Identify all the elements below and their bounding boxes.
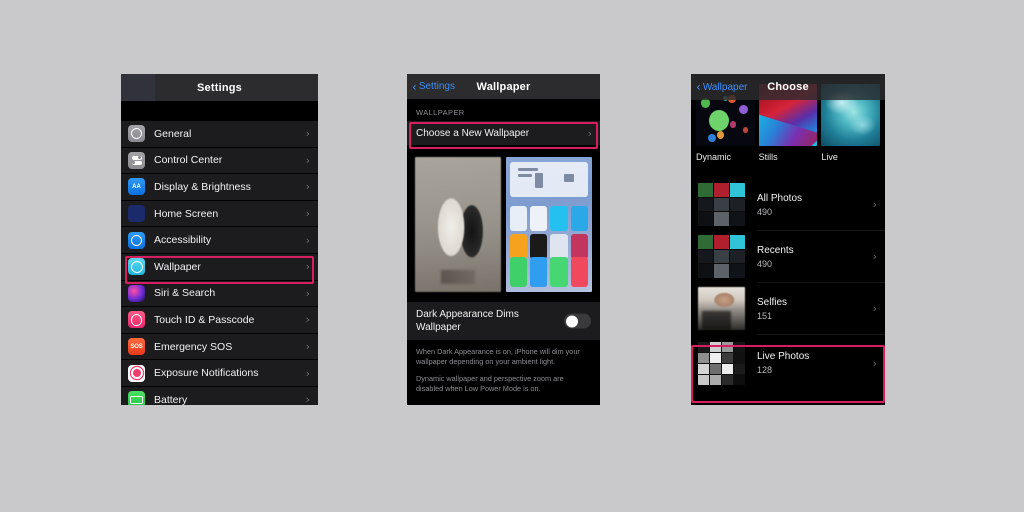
choose-nav-bar: ‹ Wallpaper Choose xyxy=(691,74,885,100)
touch-id-icon xyxy=(128,311,145,329)
album-thumbnail xyxy=(698,287,745,330)
chevron-right-icon: › xyxy=(305,233,310,247)
chevron-right-icon: › xyxy=(305,260,310,274)
nav-corner-tint xyxy=(121,74,155,101)
choose-nav-title: Choose xyxy=(767,81,809,93)
dark-appearance-toggle[interactable] xyxy=(564,313,591,329)
chevron-right-icon: › xyxy=(305,127,310,141)
display-brightness-icon: AA xyxy=(128,178,145,196)
battery-icon xyxy=(128,391,145,405)
chevron-right-icon: › xyxy=(872,250,877,263)
siri-icon xyxy=(128,284,145,302)
home-screen-preview[interactable] xyxy=(506,157,592,292)
wallpaper-footer-text: When Dark Appearance is on, iPhone will … xyxy=(407,340,600,394)
chevron-right-icon: › xyxy=(872,356,877,370)
album-title: Recents xyxy=(757,244,794,256)
toggle-knob xyxy=(565,315,578,327)
settings-nav-bar: Settings xyxy=(121,74,318,101)
album-row-recents[interactable]: Recents 490 › xyxy=(691,231,885,282)
choose-new-wallpaper-row[interactable]: Choose a New Wallpaper › xyxy=(407,121,600,145)
album-thumbnail xyxy=(698,183,745,226)
chevron-right-icon: › xyxy=(305,393,310,405)
screenshot-stage: Settings General › Control Center › AA D… xyxy=(0,0,1024,512)
wallpaper-nav-bar: ‹ Settings Wallpaper xyxy=(407,74,600,99)
chevron-right-icon: › xyxy=(305,180,310,194)
settings-row-general[interactable]: General › xyxy=(121,121,318,148)
settings-row-label: Accessibility xyxy=(154,234,212,247)
chevron-right-icon: › xyxy=(305,153,310,167)
album-title: Live Photos xyxy=(757,351,810,362)
home-screen-icon xyxy=(128,205,145,223)
sos-icon: SOS xyxy=(128,338,145,356)
choose-phone-panel: Dynamic Stills Live ‹ Wallpaper Choose A… xyxy=(691,74,885,405)
settings-row-label: Touch ID & Passcode xyxy=(154,313,255,326)
album-row-selfies[interactable]: Selfies 151 › xyxy=(691,283,885,334)
lock-screen-preview[interactable] xyxy=(415,157,501,292)
chevron-right-icon: › xyxy=(305,366,310,380)
settings-row-accessibility[interactable]: Accessibility › xyxy=(121,227,318,254)
settings-row-label: General xyxy=(154,127,192,140)
control-center-icon xyxy=(128,151,145,169)
settings-search-gap xyxy=(121,101,318,121)
settings-row-label: Wallpaper xyxy=(154,260,201,273)
preview-dock xyxy=(510,256,588,287)
album-thumbnail xyxy=(698,235,745,278)
chevron-right-icon: › xyxy=(305,286,310,300)
settings-row-label: Exposure Notifications xyxy=(154,367,259,380)
wallpaper-icon xyxy=(128,258,145,276)
settings-list: General › Control Center › AA Display & … xyxy=(121,121,318,405)
category-label: Stills xyxy=(758,152,778,162)
settings-row-emergency-sos[interactable]: SOS Emergency SOS › xyxy=(121,334,318,361)
accessibility-icon xyxy=(128,231,145,249)
chevron-right-icon: › xyxy=(872,302,877,315)
album-count: 151 xyxy=(757,310,773,321)
settings-row-label: Control Center xyxy=(154,154,223,167)
settings-row-control-center[interactable]: Control Center › xyxy=(121,148,318,175)
settings-row-touch-id-passcode[interactable]: Touch ID & Passcode › xyxy=(121,307,318,334)
settings-row-battery[interactable]: Battery › xyxy=(121,387,318,405)
exposure-notifications-icon xyxy=(128,364,145,382)
category-label: Dynamic xyxy=(696,152,732,162)
album-row-live-photos[interactable]: Live Photos 128 › xyxy=(691,335,885,391)
chevron-right-icon: › xyxy=(872,198,877,211)
album-title: Selfies xyxy=(757,296,788,308)
album-row-all-photos[interactable]: All Photos 490 › xyxy=(691,179,885,230)
settings-row-siri-search[interactable]: Siri & Search › xyxy=(121,281,318,308)
footer-paragraph: Dynamic wallpaper and perspective zoom a… xyxy=(416,374,564,393)
dark-appearance-label: Dark Appearance Dims Wallpaper xyxy=(416,309,519,333)
footer-paragraph: When Dark Appearance is on, iPhone will … xyxy=(416,347,580,366)
chevron-right-icon: › xyxy=(587,126,592,140)
settings-row-display-brightness[interactable]: AA Display & Brightness › xyxy=(121,174,318,201)
wallpaper-section-header: WALLPAPER xyxy=(407,99,600,121)
category-label: Live xyxy=(821,152,838,162)
gear-icon xyxy=(128,125,145,143)
settings-row-label: Display & Brightness xyxy=(154,180,251,193)
chevron-right-icon: › xyxy=(305,207,310,221)
dark-appearance-dims-wallpaper-row[interactable]: Dark Appearance Dims Wallpaper xyxy=(407,302,600,340)
chevron-right-icon: › xyxy=(305,340,310,354)
preview-widget xyxy=(510,162,588,198)
settings-row-home-screen[interactable]: Home Screen › xyxy=(121,201,318,228)
chevron-right-icon: › xyxy=(305,313,310,327)
album-title: All Photos xyxy=(757,192,803,204)
album-count: 128 xyxy=(757,365,773,375)
wallpaper-previews xyxy=(407,145,600,292)
settings-row-wallpaper[interactable]: Wallpaper › xyxy=(121,254,318,281)
settings-row-label: Battery xyxy=(154,393,188,405)
wallpaper-phone-panel: ‹ Settings Wallpaper WALLPAPER Choose a … xyxy=(407,74,600,405)
settings-row-exposure-notifications[interactable]: Exposure Notifications › xyxy=(121,360,318,387)
album-count: 490 xyxy=(757,206,773,217)
settings-phone-panel: Settings General › Control Center › AA D… xyxy=(121,74,318,405)
settings-row-label: Emergency SOS xyxy=(154,340,233,353)
settings-nav-title: Settings xyxy=(197,81,242,94)
settings-row-label: Siri & Search xyxy=(154,287,216,300)
album-thumbnail xyxy=(698,341,745,385)
wallpaper-nav-title: Wallpaper xyxy=(476,80,531,93)
albums-list: All Photos 490 › Recents 490 › Selfies 1… xyxy=(691,179,885,391)
choose-new-wallpaper-label: Choose a New Wallpaper xyxy=(416,127,530,139)
album-count: 490 xyxy=(757,258,773,269)
settings-row-label: Home Screen xyxy=(154,207,219,220)
wallpaper-categories: Dynamic Stills Live ‹ Wallpaper Choose xyxy=(691,74,885,179)
